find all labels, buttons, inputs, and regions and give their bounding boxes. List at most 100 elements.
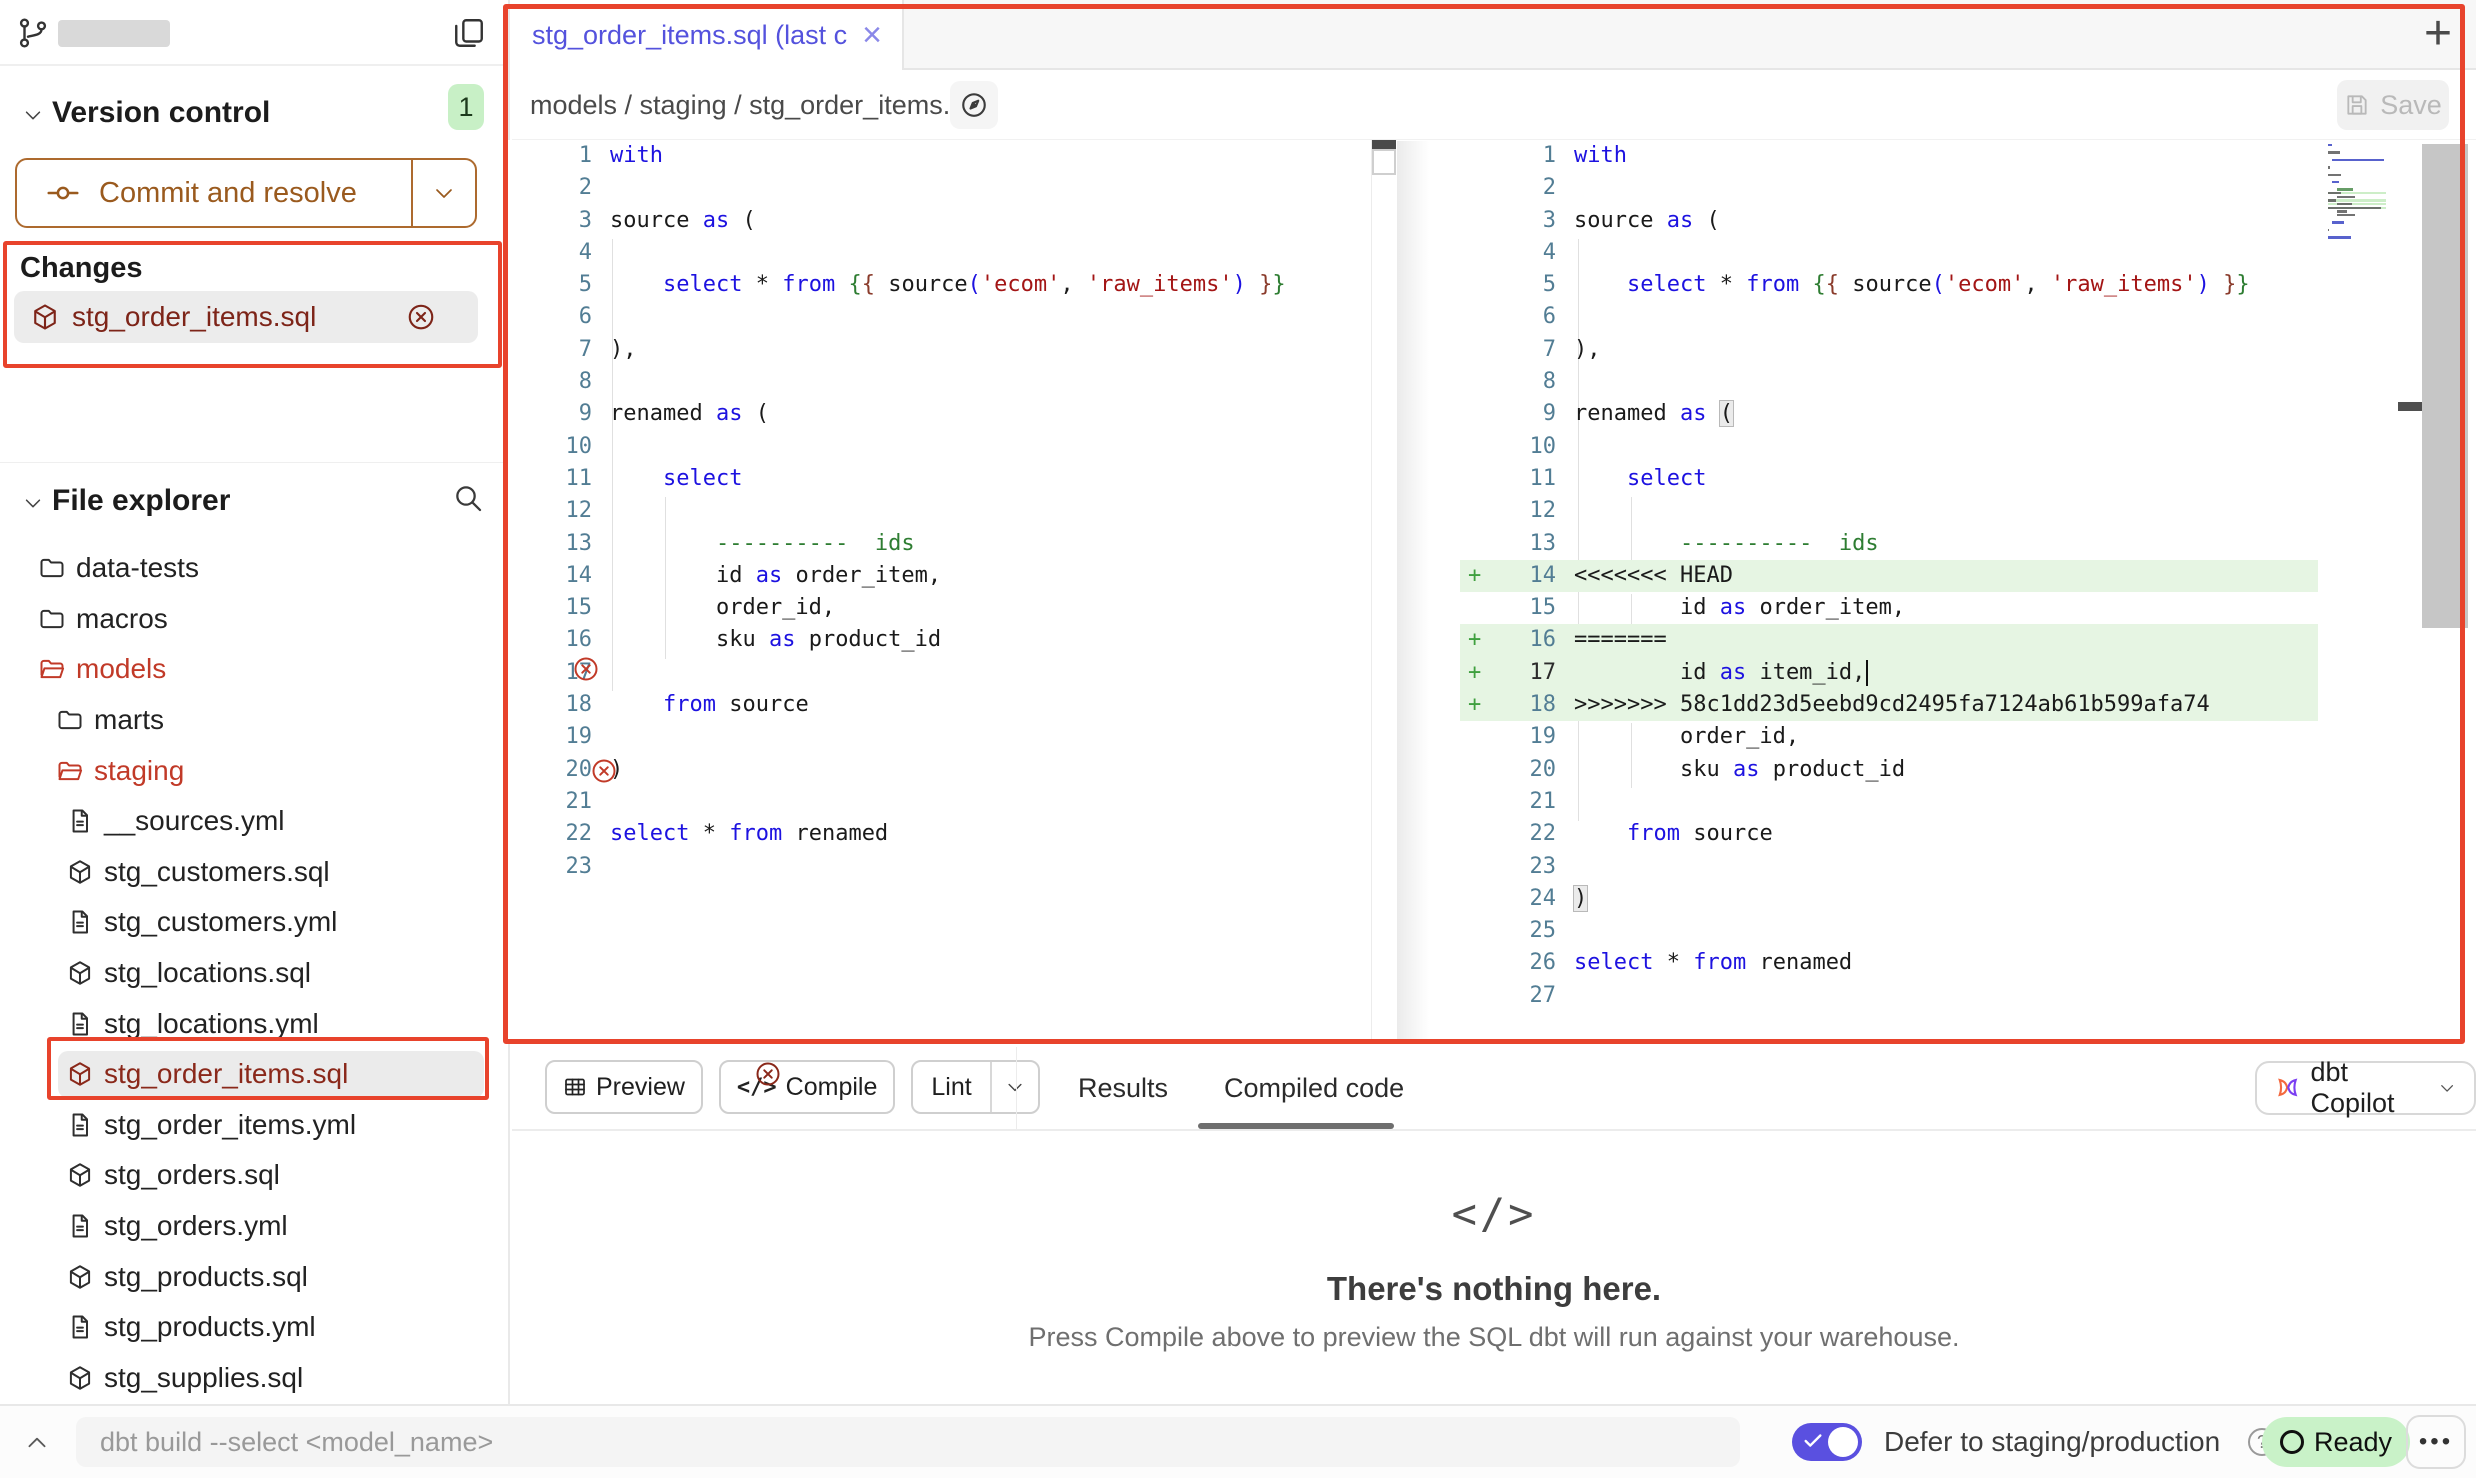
code-line[interactable]: 9renamed as ( <box>508 398 1396 430</box>
code-line[interactable]: 12 <box>1460 495 2470 527</box>
code-line[interactable]: 12 <box>508 495 1396 527</box>
file-tree-item[interactable]: stg_orders.yml <box>0 1201 510 1252</box>
git-branch-icon[interactable] <box>16 16 50 50</box>
code-line[interactable]: 19 order_id, <box>1460 721 2470 753</box>
code-line[interactable]: 20 sku as product_id <box>1460 754 2470 786</box>
code-line[interactable]: +16======= <box>1460 624 2470 656</box>
code-line[interactable]: 1with <box>1460 140 2470 172</box>
command-input[interactable]: dbt build --select <model_name> <box>76 1417 1740 1467</box>
file-tree-item[interactable]: stg_customers.sql <box>0 847 510 898</box>
code-line[interactable]: 3source as ( <box>1460 205 2470 237</box>
file-tree-item[interactable]: stg_order_items.yml <box>0 1100 510 1151</box>
file-tree-item[interactable]: marts <box>0 695 510 746</box>
x-circle-icon[interactable] <box>572 655 600 683</box>
code-line[interactable]: 11 select <box>508 463 1396 495</box>
code-line[interactable]: 4 <box>1460 237 2470 269</box>
code-line[interactable]: 2 <box>1460 172 2470 204</box>
code-line[interactable]: 21 <box>1460 786 2470 818</box>
code-line[interactable]: 11 select <box>1460 463 2470 495</box>
code-line[interactable]: 15 id as order_item, <box>1460 592 2470 624</box>
file-tree-item[interactable]: stg_orders.sql <box>0 1150 510 1201</box>
file-tree-item[interactable]: models <box>0 644 510 695</box>
file-tree-item[interactable]: stg_products.sql <box>0 1251 510 1302</box>
file-tree-item[interactable]: stg_locations.yml <box>0 998 510 1049</box>
defer-toggle[interactable] <box>1792 1423 1862 1461</box>
close-tab-icon[interactable]: × <box>862 18 882 52</box>
code-line[interactable]: 26select * from renamed <box>1460 947 2470 979</box>
code-line[interactable]: 14 id as order_item, <box>508 560 1396 592</box>
dbt-copilot-button[interactable]: dbt Copilot <box>2255 1061 2476 1115</box>
tab-results[interactable]: Results <box>1078 1073 1168 1104</box>
code-line[interactable]: 23 <box>1460 851 2470 883</box>
copy-icon[interactable] <box>452 16 486 50</box>
file-tree-item[interactable]: macros <box>0 594 510 645</box>
code-line[interactable]: 10 <box>1460 431 2470 463</box>
more-options-button[interactable]: ••• <box>2406 1415 2466 1469</box>
lineage-button[interactable] <box>950 81 998 129</box>
commit-dropdown-button[interactable] <box>411 160 475 226</box>
file-tree-item[interactable]: staging <box>0 745 510 796</box>
preview-button[interactable]: Preview <box>545 1060 703 1114</box>
editor-pane-left[interactable]: 1with23source as (45 select * from {{ so… <box>508 140 1396 1044</box>
code-line[interactable]: 7), <box>508 334 1396 366</box>
x-circle-icon[interactable] <box>754 1060 782 1088</box>
changed-file-row[interactable]: stg_order_items.sql <box>14 291 478 343</box>
code-line[interactable]: 4 <box>508 237 1396 269</box>
file-tree-item[interactable]: stg_products.yml <box>0 1302 510 1353</box>
code-line[interactable]: +14<<<<<<< HEAD <box>1460 560 2470 592</box>
code-line[interactable]: 8 <box>508 366 1396 398</box>
new-tab-button[interactable]: + <box>2424 6 2452 61</box>
x-circle-icon[interactable] <box>590 757 618 785</box>
file-tree-item[interactable]: stg_supplies.sql <box>0 1353 510 1404</box>
code-line[interactable]: 23 <box>508 851 1396 883</box>
file-tree-item[interactable]: stg_customers.yml <box>0 897 510 948</box>
code-line[interactable]: 17 <box>508 657 1396 689</box>
chevron-up-icon[interactable] <box>24 1430 50 1456</box>
code-line[interactable]: +18>>>>>>> 58c1dd23d5eebd9cd2495fa7124ab… <box>1460 689 2470 721</box>
file-explorer-header[interactable]: File explorer <box>0 478 508 526</box>
code-line[interactable]: 16 sku as product_id <box>508 624 1396 656</box>
code-line[interactable]: 20) <box>508 754 1396 786</box>
minimap[interactable] <box>2328 144 2386 244</box>
file-tree-item[interactable]: stg_locations.sql <box>0 948 510 999</box>
file-tree-item[interactable]: __sources.yml <box>0 796 510 847</box>
code-line[interactable]: 5 select * from {{ source('ecom', 'raw_i… <box>1460 269 2470 301</box>
lint-dropdown-button[interactable] <box>990 1062 1038 1112</box>
search-icon[interactable] <box>452 482 484 514</box>
version-control-header[interactable]: Version control 1 <box>0 90 508 138</box>
code-line[interactable]: +17 id as item_id, <box>1460 657 2470 689</box>
tab-stg-order-items[interactable]: stg_order_items.sql (last c... × <box>512 0 904 70</box>
code-line[interactable]: 13 ---------- ids <box>508 528 1396 560</box>
code-line[interactable]: 3source as ( <box>508 205 1396 237</box>
editor-pane-right[interactable]: 1with23source as (45 select * from {{ so… <box>1460 140 2470 1044</box>
code-line[interactable]: 6 <box>508 301 1396 333</box>
tab-compiled-code[interactable]: Compiled code <box>1224 1073 1404 1104</box>
save-button[interactable]: Save <box>2337 80 2449 130</box>
compile-button[interactable]: </> Compile <box>719 1060 895 1114</box>
code-line[interactable]: 7), <box>1460 334 2470 366</box>
code-line[interactable]: 9renamed as ( <box>1460 398 2470 430</box>
revert-file-icon[interactable] <box>406 302 436 332</box>
code-line[interactable]: 25 <box>1460 915 2470 947</box>
code-line[interactable]: 27 <box>1460 980 2470 1012</box>
code-line[interactable]: 10 <box>508 431 1396 463</box>
file-tree-item[interactable]: stg_order_items.sql <box>0 1049 510 1100</box>
code-line[interactable]: 6 <box>1460 301 2470 333</box>
code-line[interactable]: 19 <box>508 721 1396 753</box>
code-line[interactable]: 18 from source <box>508 689 1396 721</box>
code-line[interactable]: 5 select * from {{ source('ecom', 'raw_i… <box>508 269 1396 301</box>
commit-and-resolve-button[interactable]: Commit and resolve <box>15 158 477 228</box>
code-line[interactable]: 22 from source <box>1460 818 2470 850</box>
code-line[interactable]: 2 <box>508 172 1396 204</box>
file-tree-item[interactable]: data-tests <box>0 543 510 594</box>
code-line[interactable]: 24) <box>1460 883 2470 915</box>
code-line[interactable]: 15 order_id, <box>508 592 1396 624</box>
code-line[interactable]: 8 <box>1460 366 2470 398</box>
code-line[interactable]: 21 <box>508 786 1396 818</box>
lint-button[interactable]: Lint <box>913 1062 989 1112</box>
code-line[interactable]: 1with <box>508 140 1396 172</box>
code-line[interactable]: 13 ---------- ids <box>1460 528 2470 560</box>
scrollbar-thumb[interactable] <box>2422 144 2468 628</box>
scrollbar-thumb[interactable] <box>1372 140 1396 149</box>
code-line[interactable]: 22select * from renamed <box>508 818 1396 850</box>
